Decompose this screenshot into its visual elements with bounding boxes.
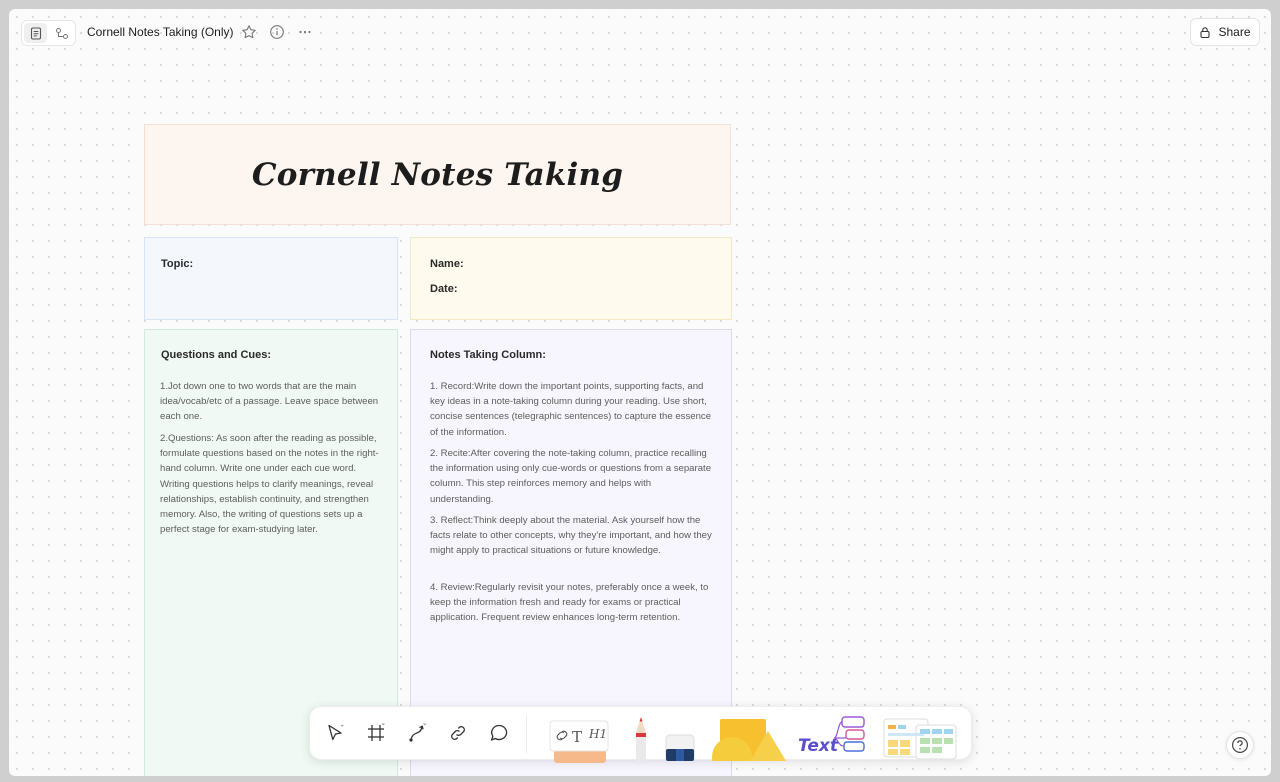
notes-item: 3. Reflect:Think deeply about the materi… — [430, 515, 712, 557]
link-icon — [451, 726, 465, 740]
questions-heading: Questions and Cues: — [161, 349, 272, 361]
toolbar-divider — [526, 715, 527, 753]
shapes-icon — [712, 719, 786, 776]
frame-icon — [368, 723, 385, 741]
mindmap-icon — [55, 27, 68, 39]
svg-text:T: T — [572, 728, 582, 746]
top-bar: Cornell Notes Taking (Only) Share — [9, 9, 1271, 55]
help-icon — [1231, 736, 1249, 754]
document-icon — [30, 26, 41, 40]
note-card-icon: T H1 — [549, 720, 609, 763]
document-title[interactable]: Cornell Notes Taking (Only) — [87, 25, 234, 39]
pen-tool[interactable] — [630, 713, 652, 761]
name-date-section[interactable]: Name: Date: — [410, 237, 732, 320]
eraser-tool[interactable] — [664, 733, 696, 762]
frame-tool[interactable] — [363, 720, 389, 746]
notes-heading: Notes Taking Column: — [430, 349, 546, 361]
eraser-icon — [665, 734, 695, 762]
questions-item: 1.Jot down one to two words that are the… — [160, 381, 379, 423]
note-card-heading: H1 — [588, 727, 607, 741]
notes-item: 2. Recite:After covering the note-taking… — [430, 448, 712, 505]
connector-icon — [409, 723, 427, 742]
template-gallery-icon — [883, 718, 957, 760]
questions-item: 2.Questions: As soon after the reading a… — [160, 433, 379, 536]
comment-tool[interactable] — [486, 720, 512, 746]
mindmap-sticker-icon: Text — [798, 716, 865, 756]
edgeless-mode-button[interactable] — [50, 23, 73, 43]
notes-item: 4. Review:Regularly revisit your notes, … — [430, 582, 709, 624]
pointer-icon — [328, 724, 344, 741]
title-section[interactable]: Cornell Notes Taking — [144, 124, 731, 225]
info-icon[interactable] — [268, 23, 286, 41]
topic-label: Topic: — [161, 258, 194, 270]
help-button[interactable] — [1226, 731, 1254, 759]
link-tool[interactable] — [445, 720, 471, 746]
pointer-tool[interactable] — [322, 720, 348, 746]
view-mode-switch[interactable] — [21, 20, 76, 46]
more-options-icon[interactable] — [296, 23, 314, 41]
favorite-star-icon[interactable] — [240, 23, 258, 41]
lock-icon — [1200, 26, 1211, 38]
template-tool[interactable] — [880, 715, 960, 761]
notes-item: 1. Record:Write down the important point… — [430, 381, 712, 438]
date-label: Date: — [430, 283, 458, 295]
text-mindmap-tool[interactable]: Text — [796, 713, 868, 759]
topic-section[interactable]: Topic: — [144, 237, 398, 320]
template-title: Cornell Notes Taking — [251, 156, 624, 193]
comment-icon — [490, 724, 508, 741]
name-label: Name: — [430, 258, 464, 270]
text-sticker-label: Text — [798, 736, 839, 756]
note-tool[interactable]: T H1 — [548, 719, 612, 763]
connector-tool[interactable] — [404, 720, 430, 746]
edgeless-toolbar: T H1 Text — [309, 706, 972, 776]
share-button[interactable]: Share — [1190, 18, 1260, 46]
page-mode-button[interactable] — [24, 23, 47, 43]
shape-tool[interactable] — [710, 717, 790, 776]
pencil-icon — [636, 717, 646, 761]
share-label: Share — [1218, 25, 1251, 39]
whiteboard-window: Cornell Notes Taking (Only) Share Cornel… — [9, 9, 1271, 776]
